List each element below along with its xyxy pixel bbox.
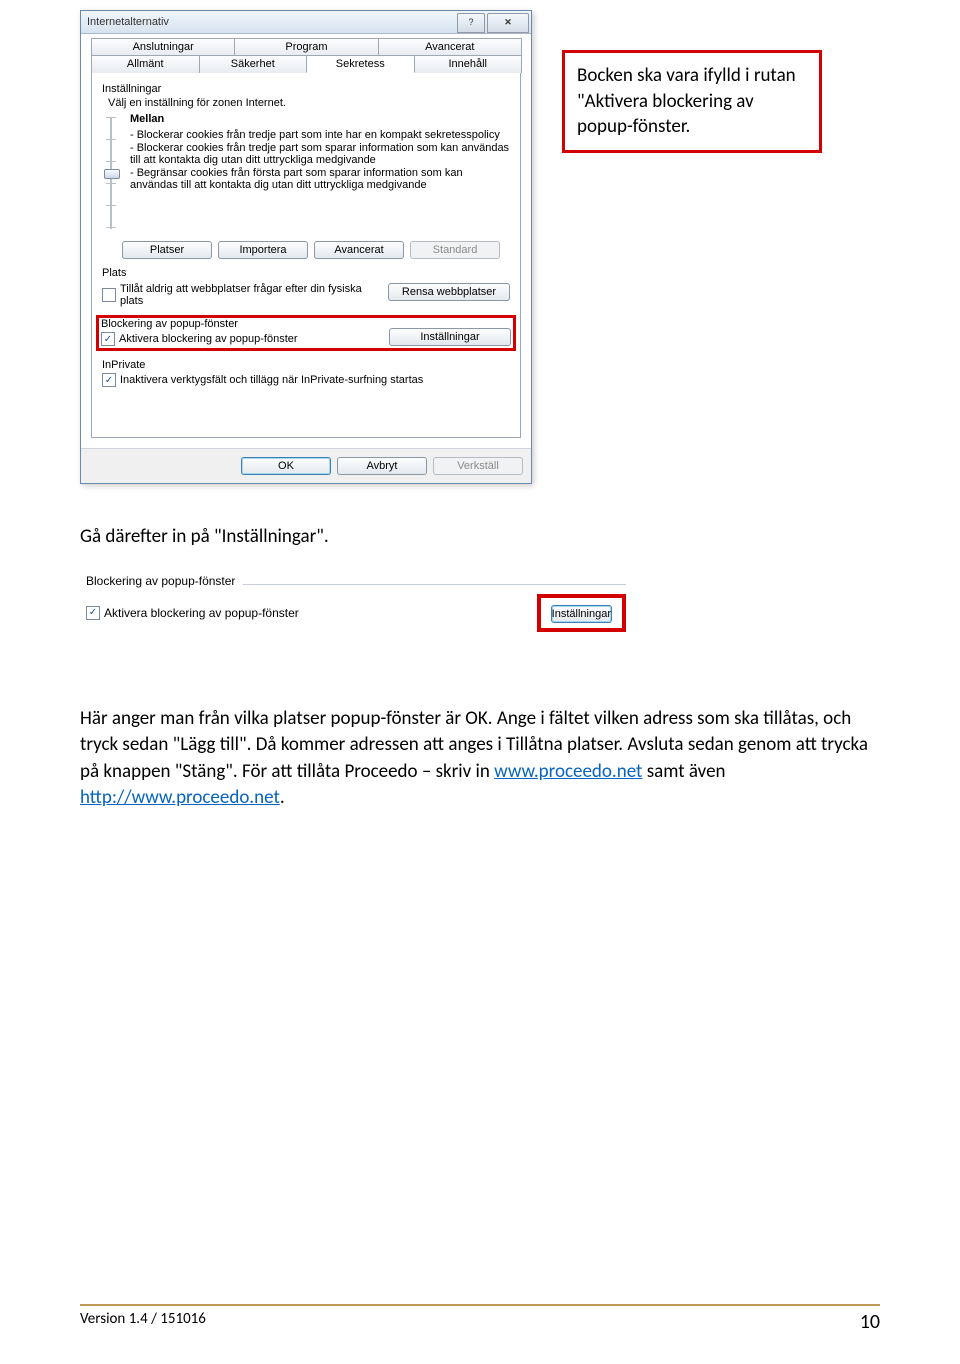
importera-button[interactable]: Importera [218,241,308,259]
inprivate-checkbox-label: Inaktivera verktygsfält och tillägg när … [120,374,423,386]
privacy-slider[interactable] [102,113,120,233]
link-proceedo-2[interactable]: http://www.proceedo.net [80,786,280,809]
tab-innehall[interactable]: Innehåll [414,55,523,73]
rensa-webbplatser-button[interactable]: Rensa webbplatser [388,283,510,301]
popup-section-highlight: Blockering av popup-fönster ✓ Aktivera b… [96,315,516,351]
tab-anslutningar[interactable]: Anslutningar [91,38,235,55]
popup-checkbox[interactable]: ✓ [101,332,115,346]
platser-button[interactable]: Platser [122,241,212,259]
plats-heading: Plats [102,267,510,279]
settings-heading: Inställningar [102,83,510,95]
inprivate-checkbox[interactable]: ✓ [102,373,116,387]
tab-avancerat[interactable]: Avancerat [378,38,522,55]
footer-version: Version 1.4 / 151016 [80,1310,206,1334]
ok-button[interactable]: OK [241,457,331,475]
tab-program[interactable]: Program [234,38,378,55]
plats-checkbox[interactable] [102,288,116,302]
tab-sekretess[interactable]: Sekretess [306,55,415,73]
paragraph-1: Gå därefter in på "Inställningar". [80,524,880,551]
callout-box: Bocken ska vara ifylld i rutan "Aktivera… [562,50,822,153]
help-button[interactable]: ? [457,13,485,33]
avancerat-button[interactable]: Avancerat [314,241,404,259]
tab-allmant[interactable]: Allmänt [91,55,200,73]
popup-heading: Blockering av popup-fönster [101,318,298,330]
snippet-checkbox[interactable]: ✓ [86,606,100,620]
close-button[interactable]: ✕ [487,13,529,33]
dialog-titlebar[interactable]: Internetalternativ ? ✕ [81,11,531,34]
apply-button: Verkställ [433,457,523,475]
snippet-button-highlight: Inställningar [537,594,626,632]
tabs-row-1: Anslutningar Program Avancerat [91,38,521,55]
internet-options-dialog: Internetalternativ ? ✕ Anslutningar Prog… [80,10,532,484]
tabs-row-2: Allmänt Säkerhet Sekretess Innehåll [91,55,521,73]
popup-checkbox-label: Aktivera blockering av popup-fönster [119,333,298,345]
privacy-level-label: Mellan [130,113,510,125]
paragraph-2: Här anger man från vilka platser popup-f… [80,706,880,812]
popup-snippet-title: Blockering av popup-fönster [86,574,235,588]
snippet-checkbox-label: Aktivera blockering av popup-fönster [104,606,299,620]
popup-snippet: Blockering av popup-fönster ✓ Aktivera b… [80,570,632,636]
dialog-title: Internetalternativ [87,16,457,28]
snippet-installningar-button[interactable]: Inställningar [551,605,612,623]
standard-button: Standard [410,241,500,259]
inprivate-heading: InPrivate [102,359,510,371]
tab-sakerhet[interactable]: Säkerhet [199,55,308,73]
installningar-button[interactable]: Inställningar [389,328,511,346]
zone-text: Välj en inställning för zonen Internet. [108,97,510,109]
plats-checkbox-label: Tillåt aldrig att webbplatser frågar eft… [120,283,380,307]
privacy-level-description: - Blockerar cookies från tredje part som… [130,129,510,191]
cancel-button[interactable]: Avbryt [337,457,427,475]
page-number: 10 [860,1310,880,1334]
link-proceedo-1[interactable]: www.proceedo.net [494,760,642,783]
page-footer: Version 1.4 / 151016 10 [80,1296,880,1334]
